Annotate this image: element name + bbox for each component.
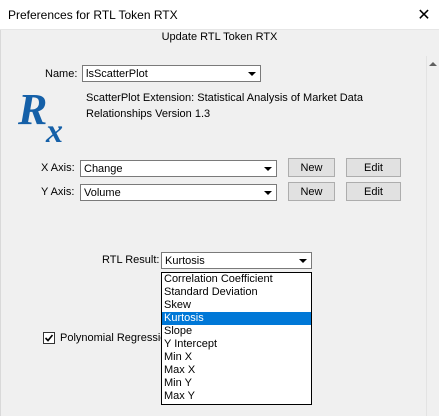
- svg-text:x: x: [45, 113, 63, 146]
- dialog-heading: Update RTL Token RTX: [161, 31, 278, 43]
- scroll-up-arrow-icon[interactable]: [426, 56, 439, 72]
- rtl-result-option[interactable]: Correlation Coefficient: [162, 273, 311, 286]
- x-axis-select-value: Change: [84, 163, 123, 175]
- y-axis-new-button[interactable]: New: [288, 182, 335, 201]
- chevron-down-icon[interactable]: [296, 254, 310, 267]
- description-line-2: Relationships Version 1.3: [86, 108, 211, 120]
- rtl-result-option[interactable]: Slope: [162, 325, 311, 338]
- description-line-1: ScatterPlot Extension: Statistical Analy…: [86, 92, 363, 104]
- rx-logo-icon: R x: [17, 85, 63, 146]
- title-bar: Preferences for RTL Token RTX ✕: [0, 0, 439, 30]
- chevron-down-icon[interactable]: [261, 162, 275, 175]
- window-border: [0, 30, 1, 416]
- close-icon[interactable]: ✕: [409, 0, 439, 30]
- window-title: Preferences for RTL Token RTX: [8, 8, 178, 22]
- chevron-down-icon[interactable]: [261, 186, 275, 199]
- rtl-result-option[interactable]: Standard Deviation: [162, 286, 311, 299]
- vertical-scrollbar[interactable]: [426, 56, 439, 416]
- x-axis-edit-button[interactable]: Edit: [346, 158, 401, 177]
- chevron-down-icon[interactable]: [245, 67, 259, 80]
- svg-text:R: R: [17, 85, 47, 134]
- rtl-result-option[interactable]: Max Y: [162, 390, 311, 403]
- rtl-result-label: RTL Result:: [102, 254, 160, 266]
- x-axis-select[interactable]: Change: [80, 160, 277, 177]
- rtl-result-dropdown-list[interactable]: Correlation Coefficient Standard Deviatio…: [161, 272, 312, 405]
- rtl-result-select[interactable]: Kurtosis: [161, 252, 312, 269]
- name-select[interactable]: lsScatterPlot: [82, 65, 261, 82]
- x-axis-new-button[interactable]: New: [288, 158, 335, 177]
- checkmark-icon: [44, 334, 54, 342]
- x-axis-label: X Axis:: [41, 162, 75, 174]
- polynomial-regression-label: Polynomial Regressio: [60, 332, 167, 344]
- rtl-result-select-value: Kurtosis: [165, 255, 205, 267]
- name-select-value: lsScatterPlot: [86, 68, 148, 80]
- rtl-result-option[interactable]: Max X: [162, 364, 311, 377]
- y-axis-label: Y Axis:: [41, 186, 75, 198]
- rtl-result-option[interactable]: Skew: [162, 299, 311, 312]
- rtl-result-option[interactable]: Y Intercept: [162, 338, 311, 351]
- rtl-result-option[interactable]: Kurtosis: [162, 312, 311, 325]
- y-axis-select[interactable]: Volume: [80, 184, 277, 201]
- extension-description: ScatterPlot Extension: Statistical Analy…: [86, 90, 416, 122]
- rtl-result-option[interactable]: Min X: [162, 351, 311, 364]
- name-label: Name:: [45, 68, 78, 80]
- rtl-result-option[interactable]: Min Y: [162, 377, 311, 390]
- y-axis-select-value: Volume: [84, 187, 121, 199]
- polynomial-regression-checkbox[interactable]: [43, 332, 55, 344]
- y-axis-edit-button[interactable]: Edit: [346, 182, 401, 201]
